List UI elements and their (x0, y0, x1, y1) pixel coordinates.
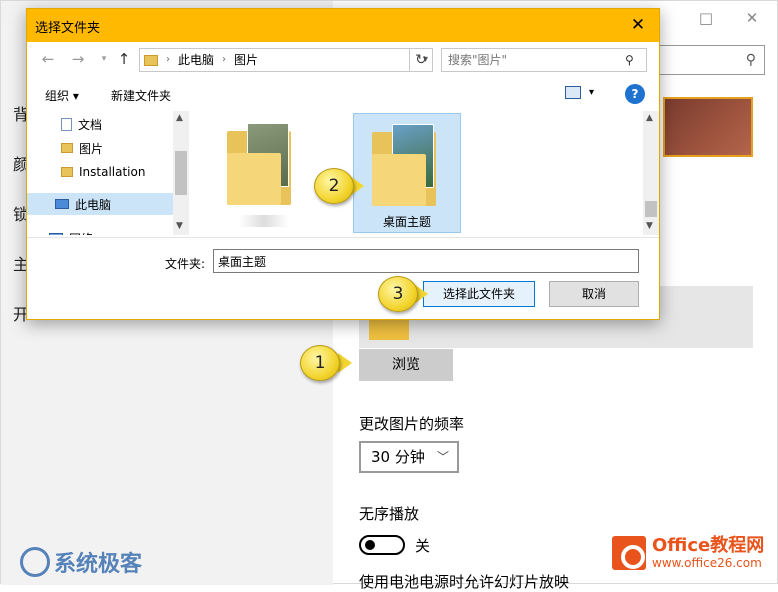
toggle-state-label: 关 (415, 537, 431, 555)
forward-arrow-icon[interactable]: → (67, 50, 89, 68)
help-icon[interactable]: ? (625, 84, 645, 104)
background-preview-image (663, 97, 753, 157)
chevron-down-icon[interactable]: ▼ (646, 221, 653, 231)
nav-tree-item-network[interactable]: 网络 (49, 227, 187, 235)
select-folder-dialog: 选择文件夹 ✕ ← → ▾ ↑ › 此电脑 › 图片 ▾ ↻ ⚲ 组织 ▾ 新建… (26, 8, 660, 320)
search-icon: ⚲ (625, 53, 634, 67)
back-arrow-icon[interactable]: ← (37, 50, 59, 68)
chevron-up-icon[interactable]: ▲ (176, 113, 183, 123)
chevron-down-icon: ﹀ (436, 450, 449, 464)
folder-label (239, 215, 289, 227)
close-icon[interactable]: ✕ (625, 13, 651, 37)
refresh-icon[interactable]: ↻ (409, 48, 433, 72)
select-folder-button[interactable]: 选择此文件夹 (423, 281, 535, 307)
folder-item[interactable] (209, 113, 317, 233)
breadcrumb-this-pc[interactable]: 此电脑 (178, 49, 214, 71)
up-arrow-icon[interactable]: ↑ (113, 50, 135, 68)
view-icon[interactable] (565, 86, 581, 99)
frequency-value: 30 分钟 (371, 448, 425, 466)
folder-thumbnail-icon (227, 123, 297, 207)
browse-button[interactable]: 浏览 (359, 349, 453, 381)
dialog-title: 选择文件夹 (35, 21, 101, 36)
folder-icon (61, 167, 73, 177)
watermark-left-text: 系统极客 (54, 552, 143, 577)
chevron-up-icon[interactable]: ▲ (646, 113, 653, 123)
folder-label: 桌面主题 (382, 215, 431, 229)
callout-pointer (338, 353, 352, 373)
scroll-thumb[interactable] (175, 151, 187, 195)
network-icon (49, 233, 63, 235)
nav-tree-item-installation[interactable]: Installation ⚲ (61, 161, 187, 183)
cancel-button[interactable]: 取消 (549, 281, 639, 307)
folder-icon (61, 143, 73, 153)
folder-field-label: 文件夹: (165, 257, 206, 271)
address-bar[interactable]: › 此电脑 › 图片 ▾ (139, 48, 433, 72)
callout-step-1: 1 (300, 345, 340, 381)
nav-tree-label: Installation (79, 165, 146, 179)
chevron-down-icon[interactable]: ▼ (176, 221, 183, 231)
content-scrollbar[interactable]: ▲ ▼ (643, 111, 659, 235)
nav-tree-label: 此电脑 (75, 197, 112, 212)
watermark-right-title: Office教程网 (652, 535, 765, 556)
folder-name-input[interactable] (213, 249, 639, 273)
toggle-knob (365, 540, 375, 550)
chevron-down-icon[interactable]: ▾ (589, 87, 594, 98)
minimize-button[interactable]: □ (683, 7, 729, 29)
logo-icon (20, 547, 50, 577)
breadcrumb-pictures[interactable]: 图片 (234, 49, 258, 71)
navigation-pane: 文档 ⚲ 图片 ⚲ Installation ⚲ 此电脑 网络 (27, 111, 187, 235)
document-icon (61, 117, 72, 131)
computer-icon (55, 199, 69, 209)
breadcrumb-separator-icon: › (166, 54, 170, 65)
frequency-select[interactable]: 30 分钟 ﹀ (359, 441, 459, 473)
breadcrumb-separator-icon: › (222, 54, 227, 65)
callout-step-2: 2 (314, 168, 354, 204)
shuffle-toggle[interactable] (359, 535, 405, 555)
address-row: ← → ▾ ↑ › 此电脑 › 图片 ▾ ↻ ⚲ (27, 45, 659, 75)
dialog-toolbar: 组织 ▾ 新建文件夹 ▾ ? (27, 81, 659, 109)
folder-thumbnail-icon (372, 124, 442, 208)
nav-tree-label: 网络 (69, 230, 93, 236)
nav-tree-item-this-pc[interactable]: 此电脑 (27, 193, 173, 215)
nav-tree-item-documents[interactable]: 文档 ⚲ (61, 113, 187, 135)
watermark-right-subtitle: www.office26.com (652, 555, 762, 570)
organize-menu[interactable]: 组织 ▾ (45, 87, 79, 104)
window-close-button[interactable]: ✕ (729, 7, 775, 29)
nav-tree-item-pictures[interactable]: 图片 ⚲ (61, 137, 187, 159)
dialog-titlebar: 选择文件夹 ✕ (27, 9, 659, 42)
callout-step-3: 3 (378, 276, 418, 312)
folder-item-selected[interactable]: 桌面主题 (353, 113, 461, 233)
divider (27, 237, 659, 238)
battery-slideshow-label: 使用电池电源时允许幻灯片放映 (359, 573, 570, 591)
office-logo-icon (612, 536, 646, 571)
search-icon: ⚲ (745, 52, 756, 68)
scroll-thumb[interactable] (645, 201, 657, 217)
watermark-right: Office教程网 www.office26.com (612, 535, 765, 571)
folder-icon (144, 54, 158, 66)
search-input[interactable] (441, 48, 647, 72)
nav-tree-label: 图片 (79, 141, 104, 156)
recent-dropdown-icon[interactable]: ▾ (93, 54, 115, 64)
navigation-scrollbar[interactable]: ▲ ▼ (173, 111, 189, 235)
shuffle-label: 无序播放 (359, 505, 420, 523)
new-folder-button[interactable]: 新建文件夹 (111, 87, 171, 104)
watermark-left: 系统极客 (20, 546, 142, 578)
frequency-label: 更改图片的频率 (359, 415, 465, 433)
nav-tree-label: 文档 (78, 117, 103, 132)
